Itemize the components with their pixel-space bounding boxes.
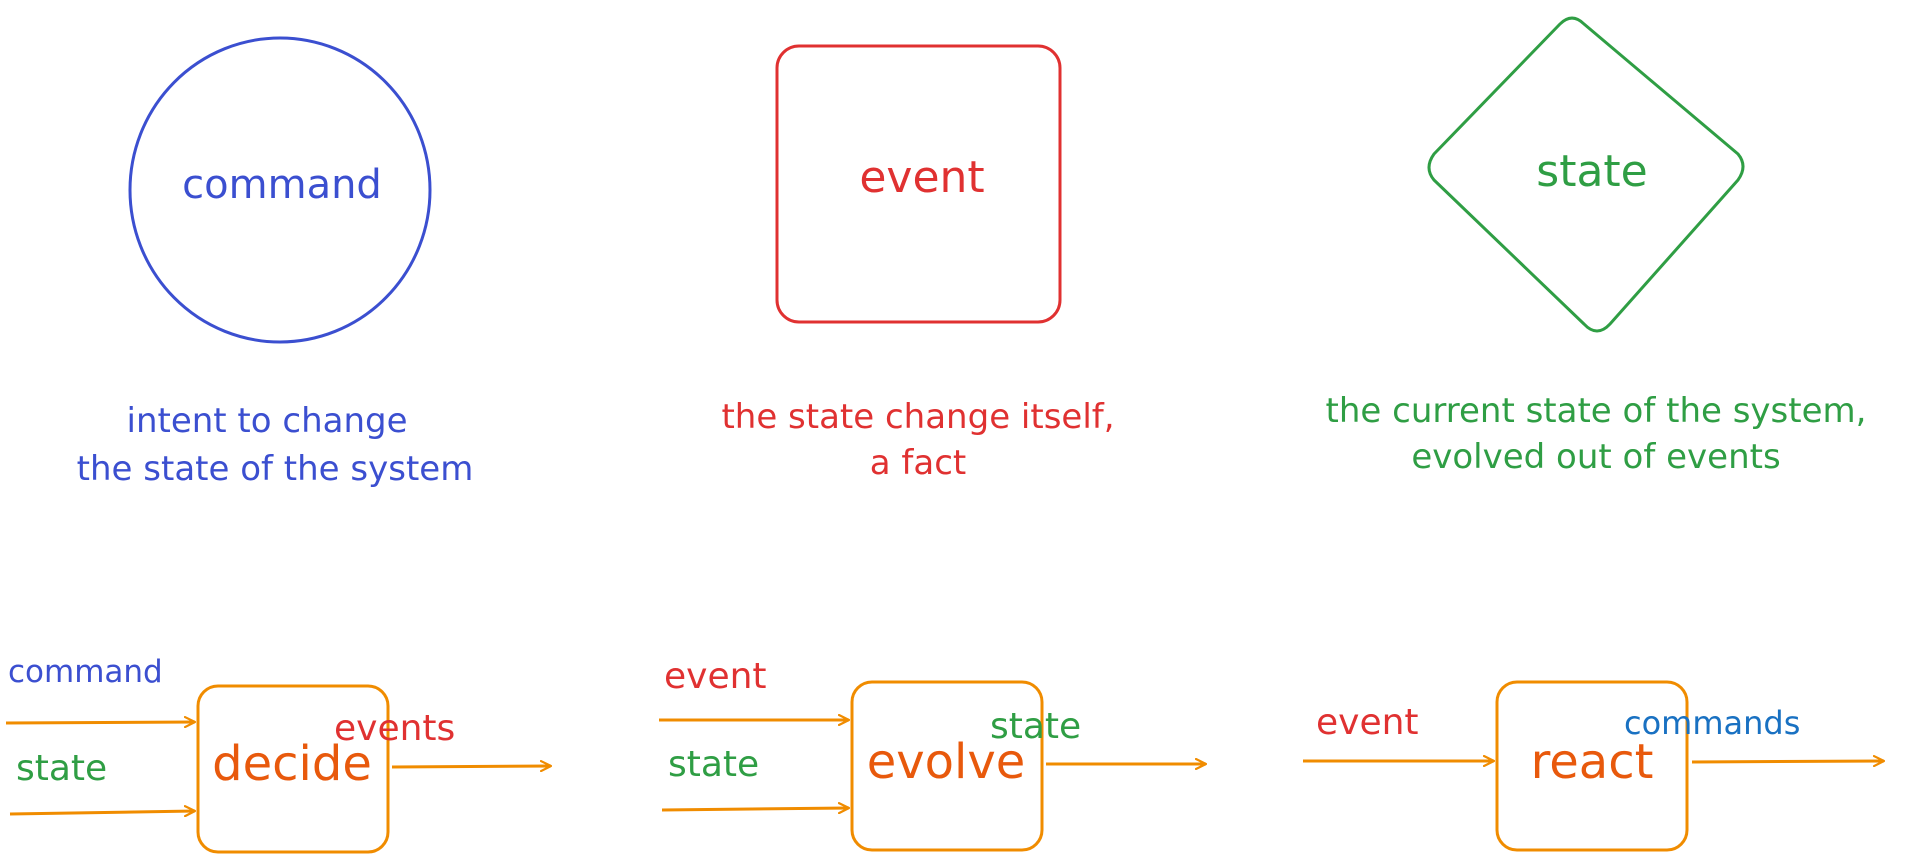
evolve-input-event-label: event xyxy=(664,656,767,697)
concept-event: event the state change itself, a fact xyxy=(721,44,1115,483)
concept-state: state the current state of the system, e… xyxy=(1326,16,1867,477)
decide-input-state-label: state xyxy=(16,748,107,789)
decide-input-command-arrow xyxy=(5,722,195,723)
evolve-output-state-label: state xyxy=(990,706,1081,747)
react-output-commands-label: commands xyxy=(1624,704,1800,742)
react-input-event-label: event xyxy=(1316,702,1419,743)
state-description-line-2: evolved out of events xyxy=(1411,437,1780,477)
command-description-line-1: intent to change xyxy=(127,401,408,441)
react-function-label: react xyxy=(1531,734,1654,790)
command-description-line-2: the state of the system xyxy=(77,449,474,489)
decide-input-state-arrow xyxy=(9,811,195,814)
react-output-commands-arrow xyxy=(1691,761,1884,762)
state-concept-label: state xyxy=(1536,146,1647,197)
event-description-line-2: a fact xyxy=(870,443,966,483)
evolve-input-state-label: state xyxy=(668,744,759,785)
function-evolve: event state evolve state xyxy=(659,656,1206,852)
decide-output-events-arrow xyxy=(391,766,551,767)
event-sourcing-diagram: command intent to change the state of th… xyxy=(5,16,1920,854)
evolve-input-state-arrow xyxy=(661,808,849,810)
decide-output-events-label: events xyxy=(334,708,455,749)
function-decide: command state decide events xyxy=(5,654,551,854)
command-concept-label: command xyxy=(182,162,382,208)
event-concept-label: event xyxy=(859,152,984,203)
concept-command: command intent to change the state of th… xyxy=(77,36,474,489)
function-react: event react commands xyxy=(1303,680,1884,852)
event-description-line-1: the state change itself, xyxy=(721,397,1114,437)
decide-input-command-label: command xyxy=(8,654,163,690)
state-description-line-1: the current state of the system, xyxy=(1326,391,1867,431)
